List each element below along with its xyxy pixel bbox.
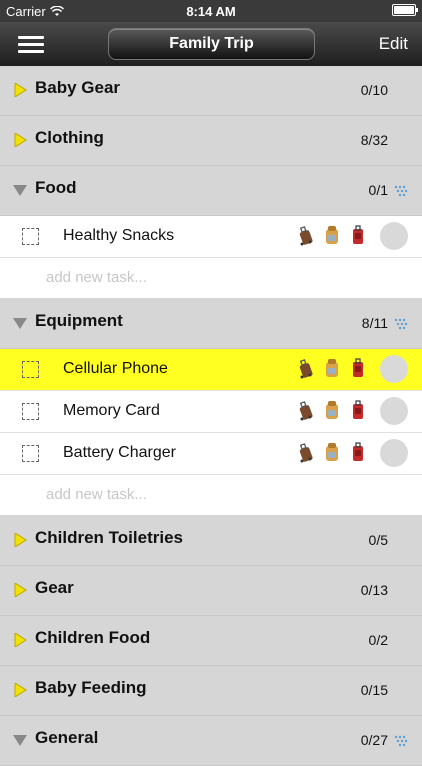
triangle-right-icon — [13, 132, 27, 148]
task-row[interactable]: Healthy Snacks — [0, 216, 422, 258]
add-task-input[interactable] — [44, 268, 348, 287]
category-name: Baby Gear — [35, 78, 121, 97]
category-name: Children Food — [35, 628, 151, 647]
nav-title[interactable]: Family Trip — [108, 28, 315, 60]
category-count: 0/2 — [368, 632, 388, 648]
task-status-circle[interactable] — [380, 397, 408, 425]
menu-button[interactable] — [18, 32, 44, 54]
category-name: General — [35, 728, 99, 747]
task-checkbox[interactable] — [22, 228, 39, 245]
category-count: 0/27 — [360, 732, 388, 748]
task-checkbox[interactable] — [22, 445, 39, 462]
category-row-baby-gear[interactable]: Baby Gear 0/10 — [0, 66, 422, 116]
add-task-row — [0, 475, 422, 516]
category-count: 0/13 — [360, 582, 388, 598]
category-row-baby-feeding[interactable]: Baby Feeding 0/15 — [0, 666, 422, 716]
hamburger-icon — [18, 36, 44, 39]
triangle-right-icon — [13, 532, 27, 548]
add-task-input[interactable] — [44, 485, 348, 504]
category-row-children-toiletries[interactable]: Children Toiletries 0/5 — [0, 516, 422, 566]
backpack-icon[interactable] — [323, 224, 341, 251]
red-luggage-icon[interactable] — [349, 224, 367, 251]
category-row-general[interactable]: General 0/27 — [0, 716, 422, 766]
task-row[interactable]: Memory Card — [0, 391, 422, 433]
category-count: 0/1 — [368, 182, 388, 198]
category-name: Clothing — [35, 128, 104, 147]
triangle-right-icon — [13, 82, 27, 98]
task-name: Battery Charger — [63, 444, 176, 461]
task-checkbox[interactable] — [22, 403, 39, 420]
category-count: 8/32 — [360, 132, 388, 148]
backpack-icon[interactable] — [323, 441, 341, 468]
category-list: Baby Gear 0/10 Clothing 8/32 Food 0/1 Healthy … — [0, 66, 422, 766]
rolling-suitcase-icon[interactable] — [297, 357, 315, 384]
rolling-suitcase-icon[interactable] — [297, 224, 315, 251]
triangle-down-icon — [13, 183, 27, 197]
battery-icon — [392, 4, 418, 16]
sort-dots-icon[interactable] — [394, 317, 408, 330]
category-count: 0/15 — [360, 682, 388, 698]
task-status-circle[interactable] — [380, 439, 408, 467]
triangle-down-icon — [13, 316, 27, 330]
category-row-gear[interactable]: Gear 0/13 — [0, 566, 422, 616]
sort-dots-icon[interactable] — [394, 734, 408, 747]
task-row[interactable]: Cellular Phone — [0, 349, 422, 391]
category-row-food[interactable]: Food 0/1 — [0, 166, 422, 216]
task-status-circle[interactable] — [380, 355, 408, 383]
red-luggage-icon[interactable] — [349, 441, 367, 468]
rolling-suitcase-icon[interactable] — [297, 399, 315, 426]
category-name: Food — [35, 178, 77, 197]
edit-button[interactable]: Edit — [379, 34, 408, 54]
task-name: Memory Card — [63, 402, 160, 419]
triangle-down-icon — [13, 733, 27, 747]
nav-bar: Family Trip Edit — [0, 22, 422, 66]
red-luggage-icon[interactable] — [349, 399, 367, 426]
category-name: Baby Feeding — [35, 678, 147, 697]
status-time: 8:14 AM — [186, 4, 236, 19]
category-count: 8/11 — [361, 315, 388, 331]
task-status-circle[interactable] — [380, 222, 408, 250]
category-name: Equipment — [35, 311, 123, 330]
category-name: Gear — [35, 578, 74, 597]
triangle-right-icon — [13, 682, 27, 698]
triangle-right-icon — [13, 582, 27, 598]
add-task-row — [0, 258, 422, 299]
backpack-icon[interactable] — [323, 399, 341, 426]
triangle-right-icon — [13, 632, 27, 648]
task-checkbox[interactable] — [22, 361, 39, 378]
sort-dots-icon[interactable] — [394, 184, 408, 197]
task-row[interactable]: Battery Charger — [0, 433, 422, 475]
task-name: Healthy Snacks — [63, 227, 175, 244]
category-row-clothing[interactable]: Clothing 8/32 — [0, 116, 422, 166]
category-count: 0/10 — [360, 82, 388, 98]
rolling-suitcase-icon[interactable] — [297, 441, 315, 468]
task-name: Cellular Phone — [63, 360, 168, 377]
red-luggage-icon[interactable] — [349, 357, 367, 384]
category-name: Children Toiletries — [35, 528, 183, 547]
category-row-equipment[interactable]: Equipment 8/11 — [0, 299, 422, 349]
backpack-icon[interactable] — [323, 357, 341, 384]
category-count: 0/5 — [368, 532, 388, 548]
status-bar: Carrier 8:14 AM — [0, 0, 422, 22]
category-row-children-food[interactable]: Children Food 0/2 — [0, 616, 422, 666]
